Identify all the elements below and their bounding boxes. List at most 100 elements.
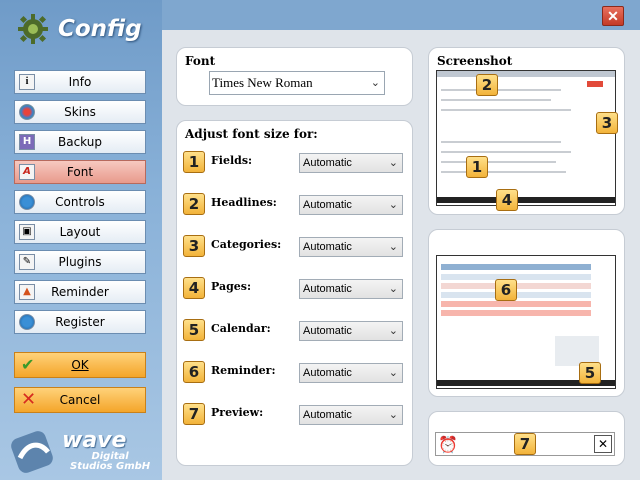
screenshot-badge-2: 2: [476, 74, 498, 96]
mini-line: [441, 171, 566, 173]
sidebar-item-register[interactable]: Register: [14, 310, 146, 334]
close-icon: ✕: [594, 435, 612, 453]
mini-table-row: [441, 310, 591, 316]
brand-name: wave: [62, 428, 127, 453]
adjust-row-categories: 3 Categories: Automatic ⌄: [183, 235, 405, 259]
adjust-label: Pages:: [211, 280, 252, 293]
select-value: Automatic: [303, 367, 352, 379]
gear-icon: [18, 14, 48, 44]
brand-logo: wave Digital Studios GmbH: [8, 428, 158, 476]
sidebar-item-label: Plugins: [58, 255, 102, 269]
mini-line: [441, 89, 561, 91]
screenshot-preview-main: [436, 70, 616, 206]
categories-size-select[interactable]: Automatic ⌄: [299, 237, 403, 257]
sidebar-item-info[interactable]: i Info: [14, 70, 146, 94]
number-badge: 3: [183, 235, 205, 257]
sidebar-item-label: Skins: [64, 105, 96, 119]
mini-line: [441, 151, 571, 153]
adjust-row-reminder: 6 Reminder: Automatic ⌄: [183, 361, 405, 385]
sidebar-item-label: Register: [55, 315, 105, 329]
mini-line: [441, 99, 551, 101]
font-family-select[interactable]: Times New Roman ⌄: [209, 71, 385, 95]
brand-subtitle: Digital Studios GmbH: [70, 452, 150, 472]
logo-area: Config: [14, 10, 154, 50]
chevron-down-icon: ⌄: [388, 325, 398, 337]
screenshot-badge-3: 3: [596, 112, 618, 134]
adjust-label: Reminder:: [211, 364, 276, 377]
sidebar-item-label: Layout: [59, 225, 101, 239]
number-badge: 5: [183, 319, 205, 341]
font-family-value: Times New Roman: [212, 75, 313, 90]
chevron-down-icon: ⌄: [388, 283, 398, 295]
reminder-size-select[interactable]: Automatic ⌄: [299, 363, 403, 383]
sidebar-item-layout[interactable]: ▣ Layout: [14, 220, 146, 244]
plugins-icon: ✎: [19, 254, 35, 270]
sidebar-item-font[interactable]: A Font: [14, 160, 146, 184]
adjust-row-pages: 4 Pages: Automatic ⌄: [183, 277, 405, 301]
sidebar-item-label: Info: [68, 75, 92, 89]
chevron-down-icon: ⌄: [388, 409, 398, 421]
number-badge: 4: [183, 277, 205, 299]
chevron-down-icon: ⌄: [388, 241, 398, 253]
chevron-down-icon: ⌄: [388, 157, 398, 169]
close-icon: ✕: [607, 8, 619, 24]
adjust-label: Fields:: [211, 154, 253, 167]
pages-size-select[interactable]: Automatic ⌄: [299, 279, 403, 299]
adjust-label: Categories:: [211, 238, 282, 251]
skins-icon: [19, 104, 35, 120]
mini-titlebar: [437, 71, 615, 77]
cancel-label: Cancel: [59, 393, 101, 407]
font-icon: A: [19, 164, 35, 180]
app-title: Config: [58, 16, 142, 42]
info-icon: i: [19, 74, 35, 90]
close-icon: ✕: [21, 389, 37, 410]
screenshot-title: Screenshot: [437, 54, 513, 68]
sidebar-item-controls[interactable]: Controls: [14, 190, 146, 214]
adjust-row-calendar: 5 Calendar: Automatic ⌄: [183, 319, 405, 343]
number-badge: 6: [183, 361, 205, 383]
sidebar: Config i Info Skins H Backup A Font Cont…: [0, 0, 162, 480]
screenshot-badge-6: 6: [495, 279, 517, 301]
sidebar-item-label: Controls: [55, 195, 105, 209]
number-badge: 1: [183, 151, 205, 173]
window-close-button[interactable]: ✕: [602, 6, 624, 26]
backup-icon: H: [19, 134, 35, 150]
screenshot-badge-4: 4: [496, 189, 518, 211]
select-value: Automatic: [303, 325, 352, 337]
alarm-icon: ⏰: [438, 437, 458, 454]
reminder-icon: ▲: [19, 284, 35, 300]
sidebar-item-backup[interactable]: H Backup: [14, 130, 146, 154]
ok-label: OK: [71, 358, 89, 372]
sidebar-item-plugins[interactable]: ✎ Plugins: [14, 250, 146, 274]
preview-size-select[interactable]: Automatic ⌄: [299, 405, 403, 425]
sidebar-item-label: Font: [66, 165, 94, 179]
adjust-row-fields: 1 Fields: Automatic ⌄: [183, 151, 405, 175]
adjust-row-preview: 7 Preview: Automatic ⌄: [183, 403, 405, 427]
chevron-down-icon: ⌄: [388, 367, 398, 379]
mini-line: [441, 141, 561, 143]
chevron-down-icon: ⌄: [388, 199, 398, 211]
adjust-panel-title: Adjust font size for:: [185, 127, 318, 141]
brand-sub2: Studios GmbH: [70, 461, 151, 472]
ok-button[interactable]: ✔ OK: [14, 352, 146, 378]
fields-size-select[interactable]: Automatic ⌄: [299, 153, 403, 173]
mini-table-header: [441, 264, 591, 270]
calendar-size-select[interactable]: Automatic ⌄: [299, 321, 403, 341]
mini-line: [441, 161, 556, 163]
wave-logo-icon: [11, 431, 53, 473]
cancel-button[interactable]: ✕ Cancel: [14, 387, 146, 413]
adjust-label: Calendar:: [211, 322, 271, 335]
sidebar-item-reminder[interactable]: ▲ Reminder: [14, 280, 146, 304]
headlines-size-select[interactable]: Automatic ⌄: [299, 195, 403, 215]
number-badge: 7: [183, 403, 205, 425]
screenshot-badge-7: 7: [514, 433, 536, 455]
sidebar-item-skins[interactable]: Skins: [14, 100, 146, 124]
mini-line: [441, 109, 571, 111]
mini-table-row: [441, 301, 591, 307]
select-value: Automatic: [303, 157, 352, 169]
sidebar-item-label: Reminder: [51, 285, 109, 299]
number-badge: 2: [183, 193, 205, 215]
mini-sidebar-red: [587, 81, 603, 87]
sidebar-item-label: Backup: [58, 135, 102, 149]
controls-icon: [19, 194, 35, 210]
